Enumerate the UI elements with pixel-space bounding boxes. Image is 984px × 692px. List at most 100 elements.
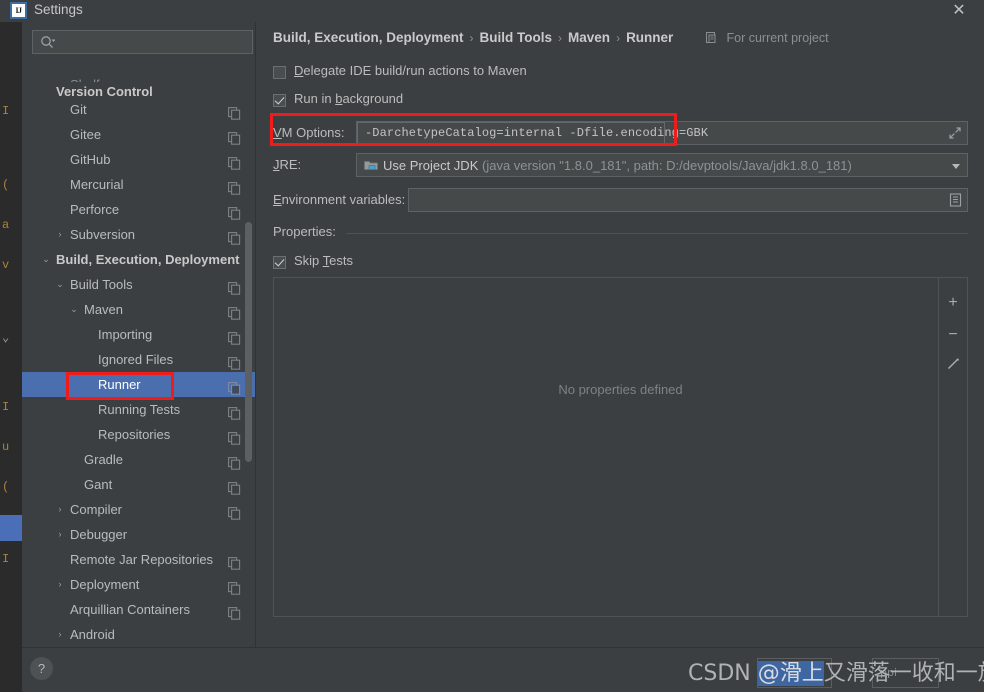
sidebar-item-remote-jar-repositories[interactable]: Remote Jar Repositories: [22, 547, 255, 572]
remove-property-button[interactable]: −: [939, 322, 967, 348]
sidebar-item-build-tools[interactable]: ⌄ Build Tools: [22, 272, 255, 297]
scope-badge: For current project: [706, 31, 829, 47]
sidebar-item-gitee[interactable]: Gitee: [22, 122, 255, 147]
search-input[interactable]: [61, 32, 250, 54]
sidebar-item-label: Gant: [84, 477, 113, 492]
chevron-right-icon[interactable]: ›: [54, 497, 66, 522]
sidebar-item-deployment[interactable]: › Deployment: [22, 572, 255, 597]
sidebar-item-repositories[interactable]: Repositories: [22, 422, 255, 447]
sidebar-item-ignored-files[interactable]: Ignored Files: [22, 347, 255, 372]
properties-table[interactable]: No properties defined + −: [273, 277, 968, 617]
browse-list-icon[interactable]: [949, 193, 962, 210]
chevron-right-icon[interactable]: ›: [54, 622, 66, 647]
delegate-label-after: elegate IDE build/run actions to Maven: [303, 63, 527, 78]
run-in-background-checkbox[interactable]: [273, 94, 286, 107]
sidebar-item-gant[interactable]: Gant: [22, 472, 255, 497]
breadcrumb-segment[interactable]: Runner: [626, 30, 673, 45]
sidebar-item-gradle[interactable]: Gradle: [22, 447, 255, 472]
sidebar-item-label: GitHub: [70, 152, 111, 167]
window-title: Settings: [34, 2, 83, 17]
copy-settings-icon[interactable]: [228, 353, 241, 370]
title-bar: IJ Settings ✕: [0, 0, 984, 22]
vm-options-mnemonic: V: [273, 125, 282, 140]
env-variables-input[interactable]: [408, 188, 968, 212]
chevron-down-icon[interactable]: ⌄: [40, 247, 52, 272]
skip-tests-label: Skip Tests: [294, 253, 353, 268]
sidebar-item-debugger[interactable]: › Debugger: [22, 522, 255, 547]
sidebar-item-android[interactable]: › Android: [22, 622, 255, 647]
sidebar-item-runner[interactable]: Runner: [22, 372, 255, 397]
sidebar-item-label: Compiler: [70, 502, 123, 517]
copy-settings-icon[interactable]: [228, 453, 241, 470]
sidebar-item-label: Debugger: [70, 527, 128, 542]
sidebar-item-subversion[interactable]: › Subversion: [22, 222, 255, 247]
chevron-down-icon[interactable]: ⌄: [54, 272, 66, 297]
sidebar-item-label: Android: [70, 627, 115, 642]
chevron-right-icon[interactable]: ›: [54, 522, 66, 547]
sidebar-item-label: Running Tests: [98, 402, 181, 417]
skip-tests-checkbox[interactable]: [273, 256, 286, 269]
copy-settings-icon[interactable]: [228, 378, 241, 395]
copy-settings-icon[interactable]: [228, 553, 241, 570]
copy-settings-icon[interactable]: [228, 203, 241, 220]
copy-settings-icon[interactable]: [228, 328, 241, 345]
watermark-highlight: @滑上: [757, 661, 824, 686]
jre-label-rest: RE:: [279, 157, 302, 172]
copy-settings-icon[interactable]: [228, 228, 241, 245]
copy-settings-icon[interactable]: [228, 278, 241, 295]
copy-settings-icon[interactable]: [228, 103, 241, 120]
sidebar-item-running-tests[interactable]: Running Tests: [22, 397, 255, 422]
breadcrumb-separator: ›: [616, 31, 621, 45]
jre-combobox[interactable]: Use Project JDK (java version "1.8.0_181…: [356, 153, 968, 177]
sidebar-item-arquillian-containers[interactable]: Arquillian Containers: [22, 597, 255, 622]
delegate-ide-build-checkbox[interactable]: [273, 66, 286, 79]
sidebar-item-importing[interactable]: Importing: [22, 322, 255, 347]
sidebar-item-github[interactable]: GitHub: [22, 147, 255, 172]
search-box[interactable]: [32, 30, 253, 54]
edit-property-icon[interactable]: [939, 352, 967, 378]
sidebar-item-mercurial[interactable]: Mercurial: [22, 172, 255, 197]
help-button[interactable]: ?: [30, 657, 53, 680]
sidebar-item-maven[interactable]: ⌄ Maven: [22, 297, 255, 322]
chevron-down-icon[interactable]: ⌄: [68, 297, 80, 322]
settings-sidebar: ShelfGitGiteeGitHubMercurialPerforce›Sub…: [22, 22, 256, 647]
settings-dialog: I ( a v ⌄ I u ( I IJ Settings ✕ Git Gite…: [0, 0, 984, 692]
csdn-watermark: CSDN @滑上又滑落一收和一放: [688, 655, 984, 687]
run-in-background-label: Run in background: [294, 91, 403, 106]
intellij-logo-icon: IJ: [10, 2, 27, 19]
copy-settings-icon[interactable]: [228, 503, 241, 520]
breadcrumb-segment[interactable]: Maven: [568, 30, 610, 45]
sidebar-item-build-execution-deployment[interactable]: ⌄ Build, Execution, Deployment: [22, 247, 255, 272]
skip-label-before: Skip: [294, 253, 323, 268]
add-property-button[interactable]: +: [939, 290, 967, 316]
chevron-right-icon[interactable]: ›: [54, 572, 66, 597]
watermark-rest: 又滑落一收和一放: [823, 661, 984, 686]
sidebar-item-compiler[interactable]: › Compiler: [22, 497, 255, 522]
project-scope-icon: [706, 32, 718, 47]
chevron-down-icon[interactable]: [945, 154, 967, 176]
copy-settings-icon[interactable]: [228, 428, 241, 445]
expand-icon[interactable]: [948, 126, 962, 143]
chevron-right-icon[interactable]: ›: [54, 222, 66, 247]
copy-settings-icon[interactable]: [228, 603, 241, 620]
copy-settings-icon[interactable]: [228, 303, 241, 320]
close-icon[interactable]: ✕: [944, 0, 974, 22]
jdk-folder-icon: [364, 158, 378, 175]
copy-settings-icon[interactable]: [228, 478, 241, 495]
breadcrumb-segment[interactable]: Build Tools: [480, 30, 553, 45]
sidebar-scrollbar[interactable]: [245, 222, 252, 462]
search-area: [22, 30, 255, 58]
sidebar-item-label: Build, Execution, Deployment: [56, 252, 240, 267]
breadcrumb: Build, Execution, Deployment › Build Tools…: [273, 30, 673, 45]
sidebar-section-header-version-control: Version Control: [22, 82, 255, 102]
copy-settings-icon[interactable]: [228, 178, 241, 195]
vm-options-input[interactable]: -DarchetypeCatalog=internal -Dfile.encod…: [356, 121, 968, 146]
sidebar-item-label: Maven: [84, 302, 124, 317]
copy-settings-icon[interactable]: [228, 578, 241, 595]
copy-settings-icon[interactable]: [228, 153, 241, 170]
copy-settings-icon[interactable]: [228, 403, 241, 420]
sidebar-item-label: Importing: [98, 327, 153, 342]
breadcrumb-segment[interactable]: Build, Execution, Deployment: [273, 30, 464, 45]
sidebar-item-perforce[interactable]: Perforce: [22, 197, 255, 222]
copy-settings-icon[interactable]: [228, 128, 241, 145]
